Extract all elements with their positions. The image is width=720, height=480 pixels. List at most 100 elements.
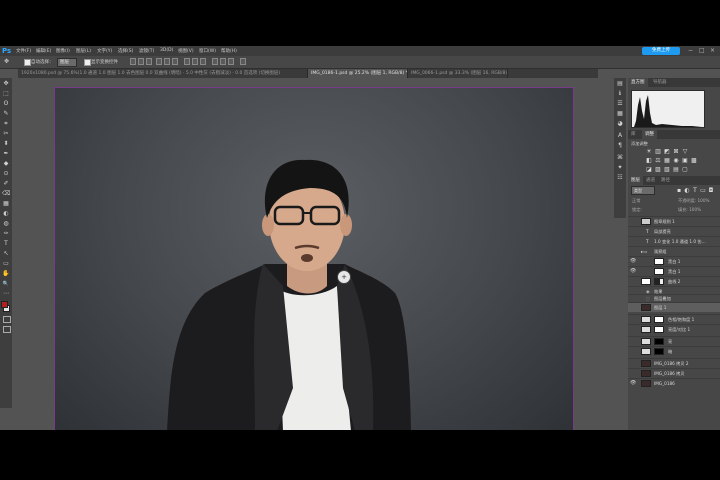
filter-adjust-icon[interactable]: ◐ <box>684 188 690 194</box>
layer-row[interactable]: 👁 IMG_0186 <box>628 378 720 388</box>
info-panel-icon[interactable]: ℹ <box>616 90 624 98</box>
invert-icon[interactable]: ◪ <box>646 167 652 173</box>
hue-adjust-icon[interactable]: ◧ <box>646 158 652 164</box>
layer-comps-icon[interactable]: ☷ <box>616 174 624 182</box>
show-transform-checkbox[interactable] <box>84 59 91 66</box>
menu-type[interactable]: 文字(Y) <box>97 48 112 54</box>
layer-row[interactable]: ◌ 图层叠加 <box>628 294 720 302</box>
histogram-panel-icon[interactable]: ▤ <box>616 80 624 88</box>
brush-settings-icon[interactable]: ✦ <box>616 164 624 172</box>
document-canvas[interactable]: + <box>54 87 574 430</box>
gradient-icon[interactable]: ▦ <box>2 200 10 208</box>
layer-row[interactable]: 👁 黑白 1 <box>628 266 720 276</box>
vibrance-adjust-icon[interactable]: ▽ <box>682 149 688 155</box>
filter-smart-icon[interactable]: ◘ <box>708 188 714 194</box>
zoom-icon[interactable]: 🔍 <box>2 280 10 288</box>
menu-image[interactable]: 图像(I) <box>56 48 70 54</box>
align-middle-icon[interactable] <box>138 58 144 65</box>
channel-mixer-icon[interactable]: ▣ <box>682 158 688 164</box>
layer-row[interactable]: T 局部提亮 <box>628 226 720 236</box>
layer-row[interactable]: 暗 <box>628 346 720 356</box>
selective-color-icon[interactable]: ▢ <box>682 167 688 173</box>
slice-icon[interactable]: ✂ <box>2 130 10 138</box>
auto-select-dropdown[interactable]: 图层 <box>57 58 77 67</box>
filter-shape-icon[interactable]: ▭ <box>700 188 706 194</box>
properties-panel-icon[interactable]: ☰ <box>616 100 624 108</box>
menu-window[interactable]: 窗口(W) <box>199 48 216 54</box>
tab-navigator[interactable]: 导航器 <box>650 78 670 87</box>
pen-icon[interactable]: ✑ <box>2 230 10 238</box>
layer-row[interactable]: 图层 1 <box>628 302 720 312</box>
canvas-area[interactable]: + <box>18 78 598 430</box>
black-white-icon[interactable]: ▦ <box>664 158 670 164</box>
threshold-icon[interactable]: ▧ <box>664 167 670 173</box>
menu-layer[interactable]: 图层(L) <box>76 48 91 54</box>
brush-icon[interactable]: ◆ <box>2 160 10 168</box>
background-color-swatch[interactable] <box>1 301 8 308</box>
curves-adjust-icon[interactable]: ◩ <box>664 149 670 155</box>
blur-icon[interactable]: ◐ <box>2 210 10 218</box>
layer-row[interactable]: T 1.0 变化 1.0 通道 1.0 伤… <box>628 236 720 246</box>
distribute-center-icon[interactable] <box>220 58 226 65</box>
brightness-adjust-icon[interactable]: ☀ <box>646 149 652 155</box>
distribute-bottom-icon[interactable] <box>200 58 206 65</box>
maximize-icon[interactable]: □ <box>699 47 705 54</box>
history-brush-icon[interactable]: ✐ <box>2 180 10 188</box>
layer-row[interactable]: 亮 <box>628 336 720 346</box>
move-icon[interactable]: ✥ <box>2 80 10 88</box>
tab-img-0186[interactable]: IMG_0186-1.psd @ 25.2% (图层 1, RGB/8) * <box>308 69 408 78</box>
layer-row[interactable]: 色相/饱和度 1 <box>628 314 720 324</box>
more-tools-icon[interactable]: ⋯ <box>2 290 10 298</box>
tab-adjustments[interactable]: 调整 <box>642 130 657 139</box>
gradient-map-icon[interactable]: ▤ <box>673 167 679 173</box>
exposure-adjust-icon[interactable]: ⊠ <box>673 149 679 155</box>
shape-icon[interactable]: ▭ <box>2 260 10 268</box>
quick-mask-icon[interactable] <box>3 316 11 323</box>
quick-select-icon[interactable]: ✎ <box>2 110 10 118</box>
align-left-icon[interactable] <box>156 58 162 65</box>
distribute-top-icon[interactable] <box>184 58 190 65</box>
auto-align-icon[interactable] <box>240 58 246 65</box>
layer-row[interactable]: IMG_0186 拷贝 <box>628 368 720 378</box>
color-panel-icon[interactable]: ◕ <box>616 120 624 128</box>
align-right-icon[interactable] <box>172 58 178 65</box>
lasso-icon[interactable]: ʘ <box>2 100 10 108</box>
swatches-panel-icon[interactable]: ▦ <box>616 110 624 118</box>
marquee-icon[interactable]: ⬚ <box>2 90 10 98</box>
eraser-icon[interactable]: ⌫ <box>2 190 10 198</box>
color-lookup-icon[interactable]: ▩ <box>691 158 697 164</box>
dodge-icon[interactable]: ◍ <box>2 220 10 228</box>
tab-layers[interactable]: 图层 <box>628 176 643 185</box>
tab-channels[interactable]: 通道 <box>643 176 658 185</box>
menu-select[interactable]: 选择(S) <box>118 48 133 54</box>
filter-pixel-icon[interactable]: ▪ <box>676 188 682 194</box>
tab-1920x1080[interactable]: 1920x1080.psd @ 75.6%(1.0 通道 1.0 图层 1.0 … <box>18 69 308 78</box>
filter-type-icon[interactable]: T <box>692 188 698 194</box>
visibility-eye-icon[interactable]: 👁 <box>630 380 636 386</box>
actions-panel-icon[interactable]: ⌘ <box>616 154 624 162</box>
blend-mode-dropdown[interactable]: 正常 <box>632 198 640 204</box>
clone-stamp-icon[interactable]: ⊙ <box>2 170 10 178</box>
menu-3d[interactable]: 3D(D) <box>160 48 173 53</box>
visibility-eye-icon[interactable]: 👁 <box>630 268 636 274</box>
character-panel-icon[interactable]: A <box>616 132 624 140</box>
hand-icon[interactable]: ✋ <box>2 270 10 278</box>
layer-row[interactable]: ▸▭ 观察组 <box>628 246 720 256</box>
photo-filter-icon[interactable]: ◉ <box>673 158 679 164</box>
eyedropper-icon[interactable]: ⬍ <box>2 140 10 148</box>
visibility-eye-icon[interactable]: 👁 <box>630 258 636 264</box>
paragraph-panel-icon[interactable]: ¶ <box>616 142 624 150</box>
share-button[interactable]: 免费上传 <box>642 47 680 55</box>
menu-view[interactable]: 视图(V) <box>178 48 194 54</box>
levels-adjust-icon[interactable]: ▥ <box>655 149 661 155</box>
close-icon[interactable]: × <box>710 47 715 54</box>
layer-row[interactable]: 曲线 2 <box>628 276 720 286</box>
align-bottom-icon[interactable] <box>146 58 152 65</box>
align-top-icon[interactable] <box>130 58 136 65</box>
screen-mode-icon[interactable] <box>3 326 11 333</box>
tab-histogram[interactable]: 直方图 <box>628 78 648 87</box>
auto-select-checkbox[interactable] <box>24 59 31 66</box>
layer-row[interactable]: 👁 黑白 1 <box>628 256 720 266</box>
layer-row[interactable]: 亮度/对比 1 <box>628 324 720 334</box>
align-center-icon[interactable] <box>164 58 170 65</box>
